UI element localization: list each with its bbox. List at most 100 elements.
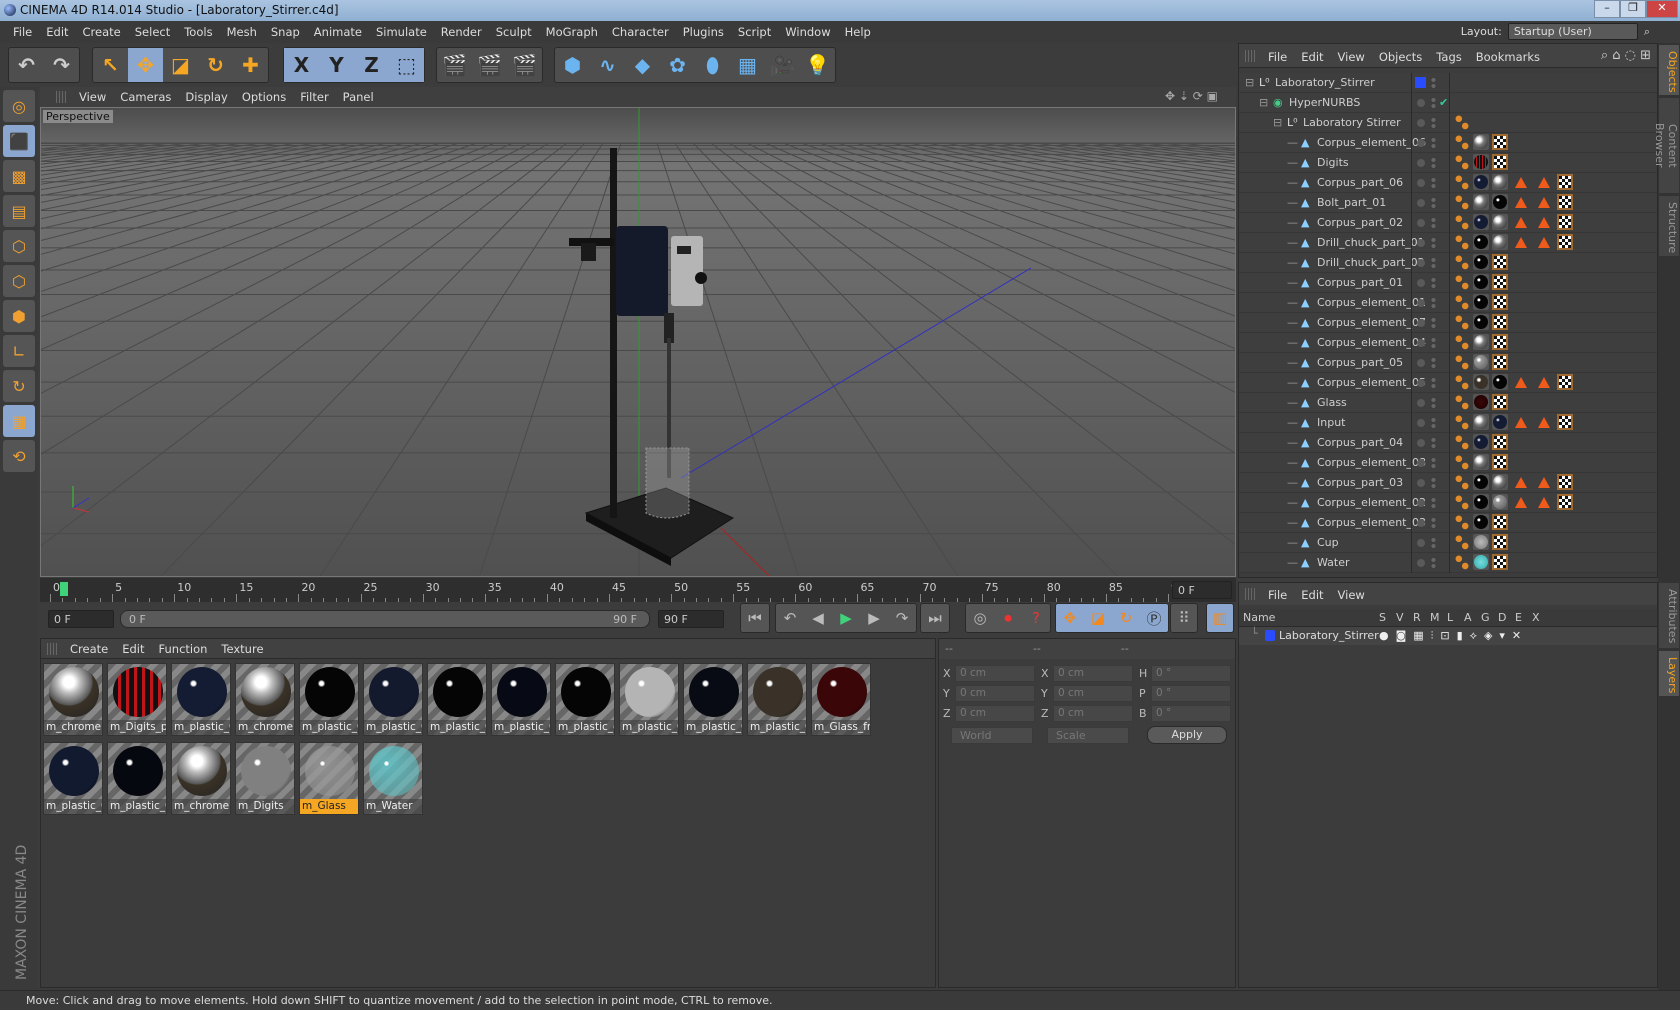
object-name[interactable]: Digits — [1317, 156, 1349, 169]
object-row[interactable]: — ▲ Corpus_element_03 — [1239, 513, 1657, 533]
phong-tag-icon[interactable] — [1454, 314, 1470, 330]
render-visibility-dots[interactable] — [1431, 97, 1436, 109]
tree-expander[interactable]: — — [1287, 176, 1298, 189]
selection-tag-icon[interactable] — [1515, 416, 1527, 428]
light-icon[interactable]: 💡 — [800, 48, 835, 82]
object-name[interactable]: Drill_chuck_part_01 — [1317, 236, 1425, 249]
uvw-tag-icon[interactable] — [1492, 314, 1508, 330]
object-menu-bookmarks[interactable]: Bookmarks — [1469, 44, 1547, 67]
layer-column-a[interactable]: A — [1464, 611, 1472, 624]
timeline-ruler[interactable]: 051015202530354045505560657075808590 0 F — [40, 578, 1236, 602]
uvw-tag-icon[interactable] — [1492, 534, 1508, 550]
add-icon[interactable]: ✚ — [233, 48, 268, 82]
tree-expander[interactable]: — — [1287, 476, 1298, 489]
menu-sculpt[interactable]: Sculpt — [489, 21, 539, 43]
object-row[interactable]: — ▲ Drill_chuck_part_02 — [1239, 253, 1657, 273]
render-visibility-dots[interactable] — [1431, 257, 1436, 269]
position-key-icon[interactable]: ✥ — [1056, 604, 1084, 632]
material-name[interactable]: m_plastic_C — [300, 720, 358, 735]
tree-expander[interactable]: — — [1287, 216, 1298, 229]
render-visibility-dots[interactable] — [1431, 277, 1436, 289]
phong-tag-icon[interactable] — [1454, 474, 1470, 490]
layer-toggle-icons[interactable]: ●◙▦⫶⊡▮⟡◈▾✕ — [1379, 629, 1528, 643]
uvw-tag-icon[interactable] — [1557, 494, 1573, 510]
layer-column-e[interactable]: E — [1515, 611, 1522, 624]
object-menu-tags[interactable]: Tags — [1429, 44, 1468, 67]
material-tag-icon[interactable] — [1473, 234, 1489, 250]
viewport-nav-icons[interactable]: ✥ ⇣ ⟳ ▣ — [1165, 89, 1218, 103]
object-name[interactable]: Corpus_part_03 — [1317, 476, 1403, 489]
material-name[interactable]: m_Digits — [236, 799, 294, 814]
current-frame-field[interactable]: 0 F — [1172, 581, 1232, 599]
material-tag-icon[interactable] — [1492, 474, 1508, 490]
tree-expander[interactable]: — — [1287, 136, 1298, 149]
x-axis-icon[interactable]: X — [284, 48, 319, 82]
uvw-tag-icon[interactable] — [1492, 434, 1508, 450]
object-row[interactable]: ⊟ L⁰ Laboratory_Stirrer — [1239, 73, 1657, 93]
layer-column-r[interactable]: R — [1413, 611, 1421, 624]
coordinate-field[interactable]: 0 ° — [1151, 705, 1231, 722]
phong-tag-icon[interactable] — [1454, 514, 1470, 530]
object-name[interactable]: Laboratory_Stirrer — [1275, 76, 1375, 89]
object-menu-edit[interactable]: Edit — [1294, 44, 1330, 67]
render-visibility-dots[interactable] — [1431, 477, 1436, 489]
phong-tag-icon[interactable] — [1454, 434, 1470, 450]
phong-tag-icon[interactable] — [1454, 254, 1470, 270]
polygons-mode-icon[interactable]: ⬢ — [3, 300, 35, 332]
material-tag-icon[interactable] — [1473, 334, 1489, 350]
visibility-dot[interactable] — [1417, 419, 1425, 427]
visibility-dot[interactable] — [1417, 159, 1425, 167]
layer-menu-file[interactable]: File — [1261, 583, 1294, 605]
tree-expander[interactable]: — — [1287, 516, 1298, 529]
render-visibility-dots[interactable] — [1431, 417, 1436, 429]
material-name[interactable]: m_chrome — [172, 799, 230, 814]
deformer-icon[interactable]: ⬮ — [695, 48, 730, 82]
minimize-button[interactable]: – — [1594, 0, 1620, 18]
locked-workplane-icon[interactable]: ▦ — [3, 405, 35, 437]
material-tag-icon[interactable] — [1473, 194, 1489, 210]
material-name[interactable]: m_chrome — [44, 720, 102, 735]
layer-name[interactable]: Laboratory_Stirrer — [1279, 629, 1379, 642]
material-tag-icon[interactable] — [1473, 134, 1489, 150]
material-swatch[interactable]: m_plastic_C — [171, 663, 231, 736]
uvw-tag-icon[interactable] — [1492, 154, 1508, 170]
phong-tag-icon[interactable] — [1454, 274, 1470, 290]
object-name[interactable]: Corpus_part_04 — [1317, 436, 1403, 449]
uvw-tag-icon[interactable] — [1557, 474, 1573, 490]
visibility-dot[interactable] — [1417, 199, 1425, 207]
selection-tag-icon[interactable] — [1538, 176, 1550, 188]
selection-tag-icon[interactable] — [1515, 496, 1527, 508]
array-icon[interactable]: ✿ — [660, 48, 695, 82]
object-row[interactable]: — ▲ Corpus_part_01 — [1239, 273, 1657, 293]
object-row[interactable]: — ▲ Corpus_part_02 — [1239, 213, 1657, 233]
material-tag-icon[interactable] — [1473, 454, 1489, 470]
material-tag-icon[interactable] — [1473, 474, 1489, 490]
selection-tag-icon[interactable] — [1538, 496, 1550, 508]
tree-expander[interactable]: ⊟ — [1259, 96, 1268, 109]
material-menu-function[interactable]: Function — [152, 639, 215, 658]
phong-tag-icon[interactable] — [1454, 114, 1470, 130]
object-row[interactable]: — ▲ Corpus_element_01 — [1239, 293, 1657, 313]
visibility-dot[interactable] — [1417, 139, 1425, 147]
uvw-tag-icon[interactable] — [1492, 394, 1508, 410]
menu-create[interactable]: Create — [76, 21, 128, 43]
object-row[interactable]: ⊟ ◉ HyperNURBS ✔ — [1239, 93, 1657, 113]
selection-tag-icon[interactable] — [1515, 176, 1527, 188]
render-visibility-dots[interactable] — [1431, 437, 1436, 449]
transform-mode-dropdown[interactable]: Scale — [1047, 727, 1129, 744]
spline-icon[interactable]: ∿ — [590, 48, 625, 82]
material-tag-icon[interactable] — [1473, 554, 1489, 570]
uvw-tag-icon[interactable] — [1557, 234, 1573, 250]
object-name[interactable]: Corpus_element_03 — [1317, 516, 1426, 529]
object-name[interactable]: Corpus_element_05 — [1317, 376, 1426, 389]
rotate-icon[interactable]: ↻ — [198, 48, 233, 82]
tree-expander[interactable]: — — [1287, 536, 1298, 549]
phong-tag-icon[interactable] — [1454, 154, 1470, 170]
material-swatch[interactable]: m_plastic_C — [107, 742, 167, 815]
object-name[interactable]: Corpus_element_04 — [1317, 336, 1426, 349]
axis-mode-icon[interactable]: ∟ — [3, 335, 35, 367]
viewport-menu-options[interactable]: Options — [235, 87, 293, 107]
material-menu-texture[interactable]: Texture — [214, 639, 270, 658]
object-name[interactable]: Corpus_element_06 — [1317, 136, 1426, 149]
material-swatch[interactable]: m_chrome — [43, 663, 103, 736]
